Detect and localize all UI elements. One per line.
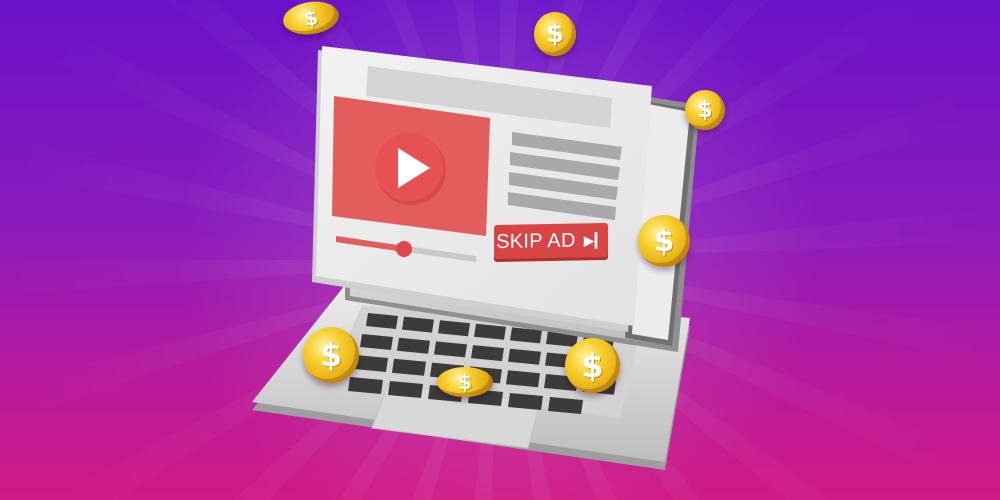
coin-symbol: $ <box>302 5 320 31</box>
coin-symbol: $ <box>545 19 565 49</box>
keyboard-key <box>506 370 540 388</box>
keyboard-key <box>348 377 383 394</box>
keyboard-key <box>392 358 426 376</box>
slider-handle <box>396 241 412 257</box>
coin-symbol: $ <box>581 346 604 385</box>
coin-icon: $ <box>565 338 620 393</box>
keyboard-key <box>508 393 543 410</box>
coin-icon: $ <box>303 327 359 383</box>
skip-ad-label: SKIP AD <box>496 229 576 253</box>
coin-symbol: $ <box>319 336 343 374</box>
coin-symbol: $ <box>653 223 675 259</box>
coin-symbol: $ <box>697 97 713 123</box>
skip-ad-button[interactable]: SKIP AD ▶▎ <box>494 223 608 259</box>
ad-window <box>312 46 652 332</box>
coin-icon: $ <box>437 367 493 397</box>
illustration-scene: SKIP AD ▶▎ $ $ $ $ $ $ $ <box>0 0 1000 500</box>
skip-next-icon: ▶▎ <box>583 232 606 249</box>
keyboard-key <box>548 397 583 414</box>
coin-icon: $ <box>685 90 725 130</box>
coin-icon: $ <box>638 215 690 267</box>
coin-symbol: $ <box>458 370 472 394</box>
keyboard-key <box>354 355 388 372</box>
keyboard-key <box>388 381 423 398</box>
coin-icon: $ <box>534 12 576 56</box>
